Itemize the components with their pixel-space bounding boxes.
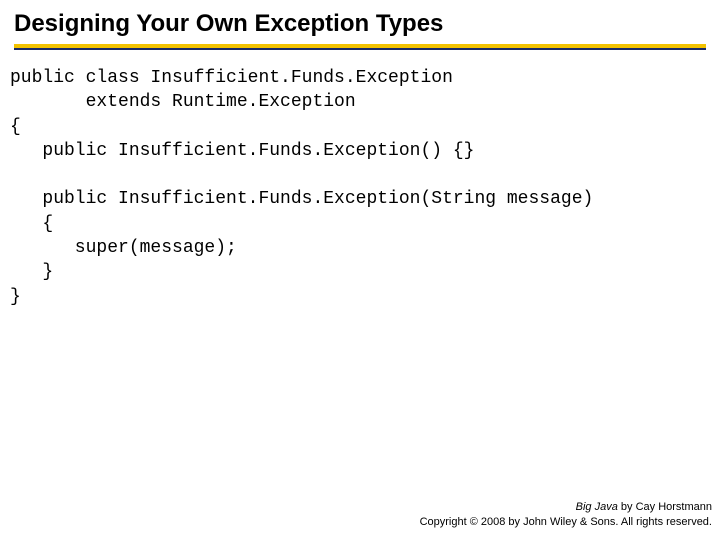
slide: { "heading": "Designing Your Own Excepti… [0,0,720,540]
code-line: public class Insufficient.Funds.Exceptio… [10,68,453,88]
code-line: { [10,214,53,234]
code-line: { [10,117,21,137]
footer-copyright: Copyright © 2008 by John Wiley & Sons. A… [420,515,712,530]
code-line: super(message); [10,238,237,258]
code-line: } [10,287,21,307]
heading-area: Designing Your Own Exception Types [0,0,720,50]
byline: by Cay Horstmann [618,501,712,513]
slide-title: Designing Your Own Exception Types [14,10,706,42]
code-line: extends Runtime.Exception [10,92,356,112]
footer: Big Java by Cay Horstmann Copyright © 20… [420,500,712,530]
code-line: public Insufficient.Funds.Exception() {} [10,141,474,161]
code-line: } [10,262,53,282]
code-block: public class Insufficient.Funds.Exceptio… [0,50,720,309]
code-line: public Insufficient.Funds.Exception(Stri… [10,189,593,209]
book-title: Big Java [576,501,618,513]
footer-line-1: Big Java by Cay Horstmann [420,500,712,515]
